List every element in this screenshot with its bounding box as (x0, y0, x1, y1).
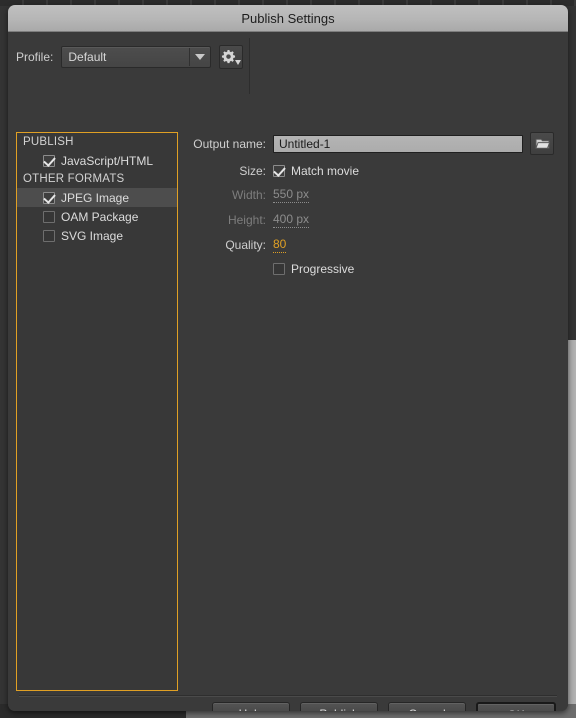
publish-button[interactable]: Publish (300, 702, 378, 711)
list-item-svg-image[interactable]: SVG Image (17, 226, 177, 245)
checkbox-svg-image[interactable] (43, 229, 55, 242)
publish-settings-dialog: Publish Settings Profile: Default PUBLIS… (8, 5, 568, 711)
profile-selected-value: Default (68, 50, 107, 64)
output-name-row: Output name: Untitled-1 (186, 132, 560, 155)
chevron-down-small-icon (234, 60, 241, 65)
height-label: Height: (227, 213, 266, 227)
list-item-oam-package[interactable]: OAM Package (17, 207, 177, 226)
list-item-label: JPEG Image (61, 190, 130, 205)
browse-output-button[interactable] (530, 132, 554, 155)
profile-select[interactable]: Default (61, 46, 212, 68)
help-button[interactable]: Help (212, 702, 290, 711)
checkbox-progressive[interactable] (273, 263, 285, 275)
width-label: Width: (231, 188, 266, 202)
dialog-title: Publish Settings (241, 10, 335, 26)
folder-icon (534, 138, 550, 149)
list-item-label: OAM Package (61, 209, 139, 224)
profile-row: Profile: Default (16, 45, 244, 69)
progressive-row: Progressive (186, 262, 560, 276)
match-movie-label: Match movie (291, 164, 360, 178)
progressive-label: Progressive (291, 262, 355, 276)
footer-divider (19, 695, 557, 697)
chevron-down-icon (190, 54, 210, 60)
dialog-titlebar: Publish Settings (8, 5, 568, 32)
profile-options-button[interactable] (219, 45, 244, 69)
output-name-label: Output name: (193, 136, 266, 151)
height-value[interactable]: 400 px (273, 212, 310, 228)
list-item-label: SVG Image (61, 228, 124, 243)
dialog-button-row: Help Publish Cancel OK (8, 702, 568, 711)
quality-label: Quality: (225, 238, 266, 252)
dialog-body: Profile: Default PUBLISH JavaScript/HTML… (8, 32, 568, 711)
profile-section-divider (249, 38, 250, 94)
size-row: Size: Match movie (186, 164, 560, 178)
gear-icon (221, 49, 235, 63)
list-item-javascript-html[interactable]: JavaScript/HTML (17, 151, 177, 170)
formats-list-panel[interactable]: PUBLISH JavaScript/HTML OTHER FORMATS JP… (16, 132, 178, 691)
output-name-value: Untitled-1 (279, 136, 331, 151)
screen: Publish Settings Profile: Default PUBLIS… (0, 0, 576, 718)
checkbox-javascript-html[interactable] (43, 154, 55, 167)
cancel-button[interactable]: Cancel (388, 702, 466, 711)
list-item-label: JavaScript/HTML (61, 153, 154, 168)
group-heading-publish: PUBLISH (23, 136, 74, 148)
width-row: Width: 550 px (186, 187, 560, 203)
format-group-publish: PUBLISH JavaScript/HTML (17, 133, 177, 170)
checkbox-jpeg-image[interactable] (43, 191, 55, 204)
quality-row: Quality: 80 (186, 237, 560, 253)
width-value[interactable]: 550 px (273, 187, 310, 203)
format-group-other-formats: OTHER FORMATS JPEG Image OAM Package SVG… (17, 170, 177, 245)
ok-button[interactable]: OK (476, 702, 556, 711)
list-item-jpeg-image[interactable]: JPEG Image (17, 188, 177, 207)
group-heading-other-formats: OTHER FORMATS (23, 173, 125, 185)
size-label: Size: (239, 164, 266, 178)
checkbox-oam-package[interactable] (43, 210, 55, 223)
height-row: Height: 400 px (186, 212, 560, 228)
output-name-input[interactable]: Untitled-1 (273, 134, 523, 153)
profile-label: Profile: (16, 50, 54, 64)
format-options-pane: Output name: Untitled-1 Size: Match movi… (186, 132, 560, 285)
quality-value[interactable]: 80 (273, 237, 287, 253)
checkbox-match-movie[interactable] (273, 165, 285, 177)
